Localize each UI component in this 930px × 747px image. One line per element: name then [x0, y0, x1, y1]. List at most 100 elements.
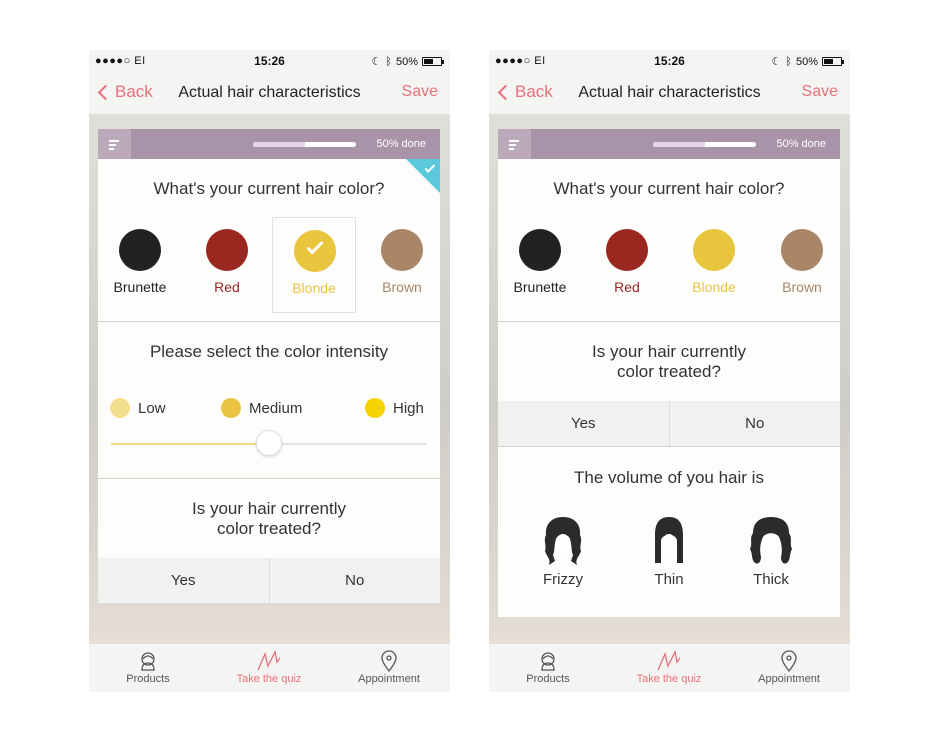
- status-bar: ●●●●○ EI 15:26 ☾ ᛒ 50%: [89, 50, 450, 72]
- option-label: Low: [138, 399, 166, 417]
- treated-yes-no: Yes No: [498, 401, 840, 446]
- treated-question-line1: Is your hair currently: [192, 499, 346, 518]
- option-label: Brown: [382, 279, 422, 295]
- battery-icon: [422, 57, 444, 66]
- brunette-swatch: [519, 229, 561, 271]
- hair-color-options: Brunette Red Blonde Brown: [98, 217, 440, 313]
- nav-bar: Back Actual hair characteristics Save: [489, 72, 850, 114]
- hair-color-question: What's your current hair color?: [153, 179, 385, 198]
- moon-icon: ☾: [371, 56, 382, 68]
- option-label: Brown: [782, 279, 822, 295]
- low-dot: [110, 398, 130, 418]
- progress-fill: [653, 142, 705, 147]
- page-title: Actual hair characteristics: [178, 84, 361, 101]
- progress-track: [653, 142, 756, 147]
- hair-volume-card: The volume of you hair is Frizzy Thin Th…: [498, 447, 840, 617]
- option-label: High: [393, 399, 424, 417]
- hair-color-option-blonde[interactable]: Blonde: [272, 217, 356, 313]
- save-button[interactable]: Save: [802, 83, 838, 101]
- high-dot: [365, 398, 385, 418]
- tab-appointment[interactable]: Appointment: [334, 644, 444, 692]
- intensity-question: Please select the color intensity: [149, 342, 389, 361]
- tab-products[interactable]: Products: [93, 644, 203, 692]
- option-label: Blonde: [692, 279, 736, 295]
- brunette-swatch: [119, 229, 161, 271]
- red-swatch: [606, 229, 648, 271]
- tab-take-the-quiz[interactable]: Take the quiz: [214, 644, 324, 692]
- option-label: Medium: [249, 399, 303, 417]
- tab-label: Products: [526, 673, 570, 685]
- no-button[interactable]: No: [668, 401, 841, 446]
- menu-icon[interactable]: [98, 129, 131, 159]
- hair-color-option-red[interactable]: Red: [585, 217, 669, 313]
- intensity-slider-thumb[interactable]: [256, 430, 282, 456]
- blonde-swatch: [693, 229, 735, 271]
- option-label: Brunette: [113, 279, 167, 295]
- yes-button[interactable]: Yes: [498, 401, 669, 446]
- red-swatch: [206, 229, 248, 271]
- volume-option-thick[interactable]: Thick: [736, 515, 806, 588]
- treated-yes-no: Yes No: [98, 558, 440, 603]
- hair-color-question: What's your current hair color?: [553, 179, 785, 198]
- color-treated-card: Is your hair currently color treated? Ye…: [98, 479, 440, 603]
- option-label: Thin: [654, 571, 684, 588]
- option-label: Red: [614, 279, 640, 295]
- intensity-slider-fill: [111, 443, 269, 445]
- page-title: Actual hair characteristics: [578, 84, 761, 101]
- tab-take-the-quiz[interactable]: Take the quiz: [614, 644, 724, 692]
- brown-swatch: [781, 229, 823, 271]
- tab-products[interactable]: Products: [493, 644, 603, 692]
- tab-label: Take the quiz: [636, 673, 702, 685]
- products-icon: [141, 652, 155, 671]
- hair-color-option-blonde[interactable]: Blonde: [672, 217, 756, 313]
- intensity-option-high[interactable]: High: [365, 398, 424, 418]
- volume-option-thin[interactable]: Thin: [634, 515, 704, 588]
- treated-question-line2: color treated?: [617, 362, 721, 381]
- option-label: Blonde: [292, 280, 336, 296]
- quiz-icon: [657, 650, 681, 671]
- status-bar: ●●●●○ EI 15:26 ☾ ᛒ 50%: [489, 50, 850, 72]
- save-button[interactable]: Save: [402, 83, 438, 101]
- intensity-option-medium[interactable]: Medium: [221, 398, 302, 418]
- tab-appointment[interactable]: Appointment: [734, 644, 844, 692]
- yes-button[interactable]: Yes: [98, 558, 269, 603]
- hair-color-card: What's your current hair color? Brunette…: [498, 159, 840, 321]
- location-pin-icon: [381, 650, 397, 672]
- volume-question: The volume of you hair is: [574, 468, 764, 487]
- menu-icon[interactable]: [498, 129, 531, 159]
- quiz-icon: [257, 650, 281, 671]
- bluetooth-icon: ᛒ: [785, 55, 792, 68]
- frizzy-hair-icon: [544, 517, 582, 565]
- thin-hair-icon: [655, 517, 683, 563]
- hair-color-option-brunette[interactable]: Brunette: [498, 217, 582, 313]
- progress-label: 50% done: [776, 138, 826, 150]
- nav-bar: Back Actual hair characteristics Save: [89, 72, 450, 114]
- bluetooth-icon: ᛒ: [385, 55, 392, 68]
- hair-color-card: What's your current hair color? Brunette…: [98, 159, 440, 321]
- phone-screen-left: ●●●●○ EI 15:26 ☾ ᛒ 50% Back Actual hair …: [89, 50, 450, 692]
- battery-percent: 50%: [395, 55, 418, 68]
- hair-color-option-brown[interactable]: Brown: [360, 217, 444, 313]
- battery-icon: [822, 57, 844, 66]
- treated-question-line2: color treated?: [217, 519, 321, 538]
- quiz-progress-bar: 50% done: [98, 129, 440, 159]
- products-icon: [541, 652, 555, 671]
- tab-bar: Products Take the quiz Appointment: [89, 644, 450, 692]
- no-button[interactable]: No: [268, 558, 441, 603]
- thick-hair-icon: [750, 517, 792, 564]
- hair-color-option-brown[interactable]: Brown: [760, 217, 844, 313]
- tab-label: Appointment: [758, 673, 820, 685]
- status-right: ☾ ᛒ 50%: [771, 55, 844, 68]
- color-intensity-card: Please select the color intensity Low Me…: [98, 322, 440, 478]
- tab-bar: Products Take the quiz Appointment: [489, 644, 850, 692]
- hair-color-option-brunette[interactable]: Brunette: [98, 217, 182, 313]
- option-label: Thick: [753, 571, 789, 588]
- phone-screen-right: ●●●●○ EI 15:26 ☾ ᛒ 50% Back Actual hair …: [489, 50, 850, 692]
- intensity-option-low[interactable]: Low: [110, 398, 166, 418]
- status-right: ☾ ᛒ 50%: [371, 55, 444, 68]
- volume-option-frizzy[interactable]: Frizzy: [528, 515, 598, 588]
- progress-label: 50% done: [376, 138, 426, 150]
- hair-color-option-red[interactable]: Red: [185, 217, 269, 313]
- option-label: Brunette: [513, 279, 567, 295]
- treated-question-line1: Is your hair currently: [592, 342, 746, 361]
